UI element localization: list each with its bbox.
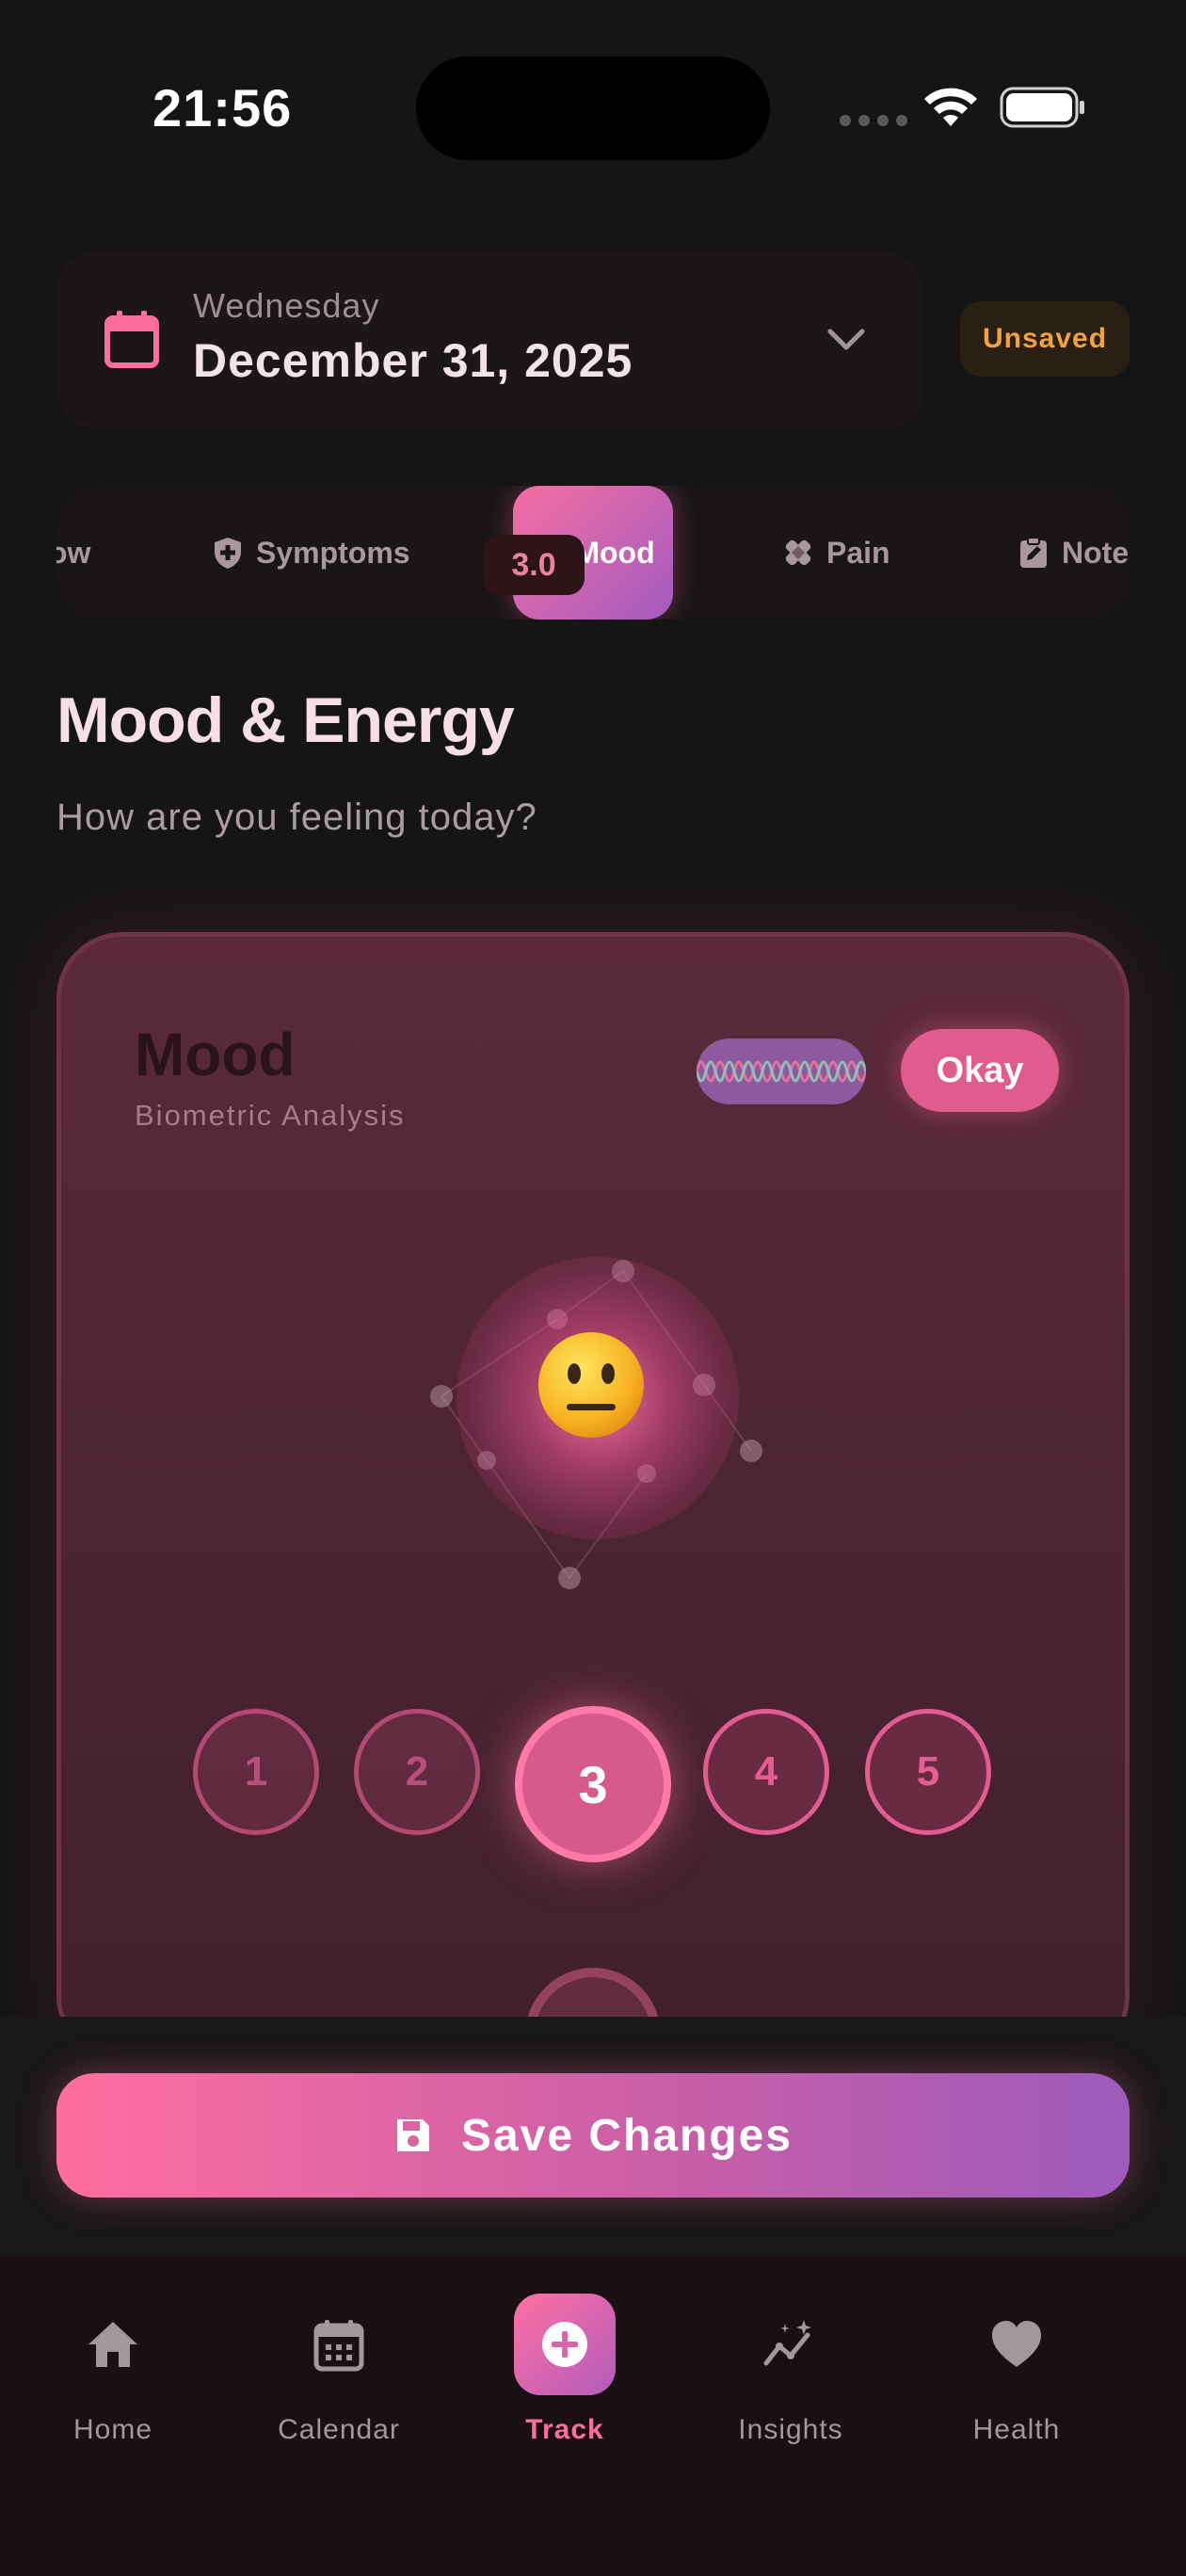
neutral-face-icon: [538, 1332, 644, 1438]
tab-notes[interactable]: Note: [1017, 486, 1129, 620]
bandage-icon: [785, 539, 811, 566]
heart-icon: [992, 2321, 1041, 2367]
section-subtitle: How are you feeling today?: [56, 797, 537, 838]
nav-label: Insights: [738, 2414, 843, 2445]
date-weekday: Wednesday: [193, 286, 380, 325]
nav-label: Calendar: [278, 2414, 400, 2445]
nav-label: Track: [525, 2414, 604, 2445]
mood-option-3[interactable]: 3: [515, 1706, 671, 1862]
tab-label: Mood: [574, 535, 655, 570]
category-tabs: ow Symptoms Mood Pain Note: [56, 486, 1130, 620]
chevron-down-icon: [827, 329, 865, 350]
date-selector[interactable]: Wednesday December 31, 2025: [56, 250, 924, 429]
cellular-signal-icon: [840, 115, 907, 126]
clipboard-edit-icon: [1020, 537, 1047, 568]
nav-home[interactable]: Home: [9, 2294, 216, 2446]
date-full: December 31, 2025: [193, 334, 633, 387]
nav-health[interactable]: Health: [913, 2294, 1120, 2446]
nav-insights[interactable]: Insights: [687, 2294, 894, 2446]
tab-flow[interactable]: ow: [56, 486, 90, 620]
mood-option-4[interactable]: 4: [703, 1709, 829, 1835]
tab-label: Symptoms: [256, 535, 410, 570]
shield-plus-icon: [215, 538, 241, 569]
nav-track[interactable]: Track: [461, 2294, 668, 2446]
mood-option-2[interactable]: 2: [354, 1709, 480, 1835]
mood-card: Mood Biometric Analysis Okay: [56, 932, 1130, 2062]
tab-pain[interactable]: Pain: [781, 486, 890, 620]
floppy-disk-icon: [396, 2119, 429, 2151]
sparkle-chart-icon: [763, 2320, 811, 2366]
nav-label: Home: [72, 2414, 153, 2445]
plus-circle-icon: [542, 2322, 587, 2367]
battery-icon: [1000, 87, 1084, 128]
wifi-icon: [924, 88, 977, 126]
save-changes-label: Save Changes: [460, 2110, 793, 2161]
mood-score: 3.0: [483, 535, 585, 595]
track-screen: 21:56 Wednesday December 31, 2025 Unsave…: [0, 0, 1186, 2576]
tab-label: Pain: [826, 535, 890, 570]
tab-symptoms[interactable]: Symptoms: [211, 486, 410, 620]
dynamic-island: [416, 56, 770, 160]
calendar-icon: [313, 2320, 364, 2372]
mood-orb: [419, 1219, 777, 1577]
nav-calendar[interactable]: Calendar: [235, 2294, 442, 2446]
calendar-icon: [104, 311, 159, 368]
save-bar: Save Changes: [0, 2017, 1186, 2257]
unsaved-badge: Unsaved: [960, 301, 1130, 377]
bottom-nav: Home Calendar Track Insights Health: [0, 2256, 1186, 2576]
section-title: Mood & Energy: [56, 684, 515, 756]
tab-label: Note: [1062, 535, 1130, 570]
home-icon: [88, 2322, 137, 2367]
save-changes-button[interactable]: Save Changes: [56, 2073, 1130, 2198]
status-time: 21:56: [152, 78, 293, 137]
mood-option-1[interactable]: 1: [193, 1709, 319, 1835]
mood-option-5[interactable]: 5: [865, 1709, 991, 1835]
tab-label: ow: [56, 535, 91, 570]
nav-label: Health: [972, 2414, 1061, 2445]
